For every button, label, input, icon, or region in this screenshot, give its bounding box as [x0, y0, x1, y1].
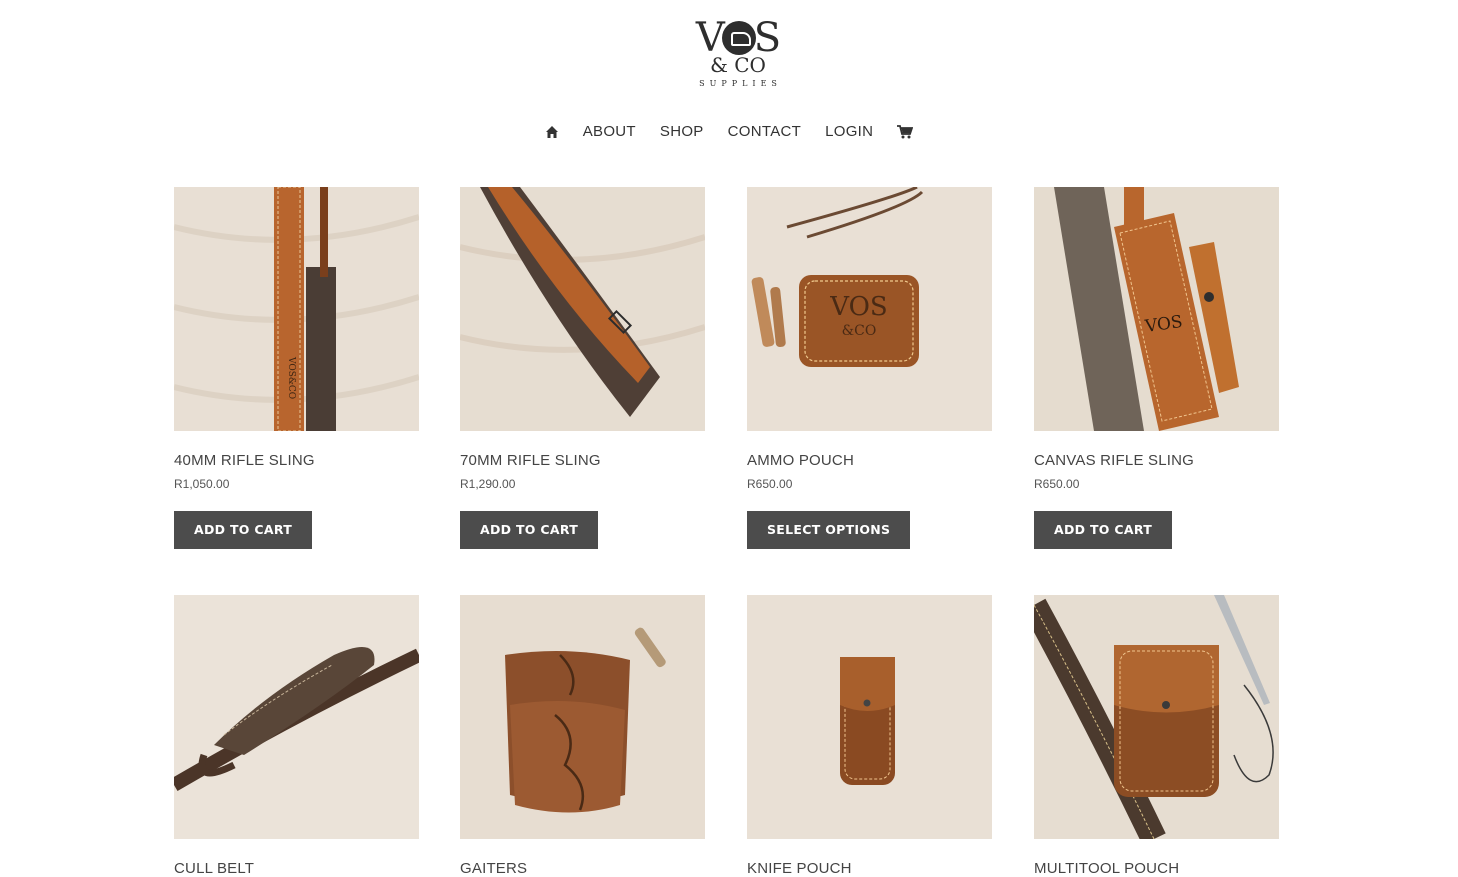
svg-text:VOS&CO: VOS&CO — [286, 356, 296, 399]
add-to-cart-button[interactable]: ADD TO CART — [1034, 511, 1173, 549]
product-name[interactable]: KNIFE POUCH — [747, 860, 992, 877]
nav-login[interactable]: LOGIN — [825, 120, 873, 144]
cart-icon[interactable] — [897, 125, 914, 139]
main-navigation: ABOUT SHOP CONTACT LOGIN — [0, 120, 1458, 144]
product-name[interactable]: AMMO POUCH — [747, 452, 992, 469]
brand-logo[interactable]: V S & CO SUPPLIES — [690, 18, 786, 90]
logo-letter-s: S — [753, 15, 781, 61]
shop-page: V S & CO SUPPLIES ABOUT SHOP CONTACT LOG… — [0, 0, 1458, 877]
product-image-40mm-rifle-sling[interactable]: VOS&CO — [174, 187, 419, 431]
product-card: 70MM RIFLE SLING R1,290.00 ADD TO CART — [460, 187, 705, 549]
add-to-cart-button[interactable]: ADD TO CART — [174, 511, 313, 549]
product-card: CULL BELT — [174, 595, 419, 877]
product-name[interactable]: CANVAS RIFLE SLING — [1034, 452, 1279, 469]
product-price: R1,290.00 — [460, 477, 516, 491]
add-to-cart-button[interactable]: ADD TO CART — [460, 511, 599, 549]
product-image-canvas-rifle-sling[interactable]: VOS — [1034, 187, 1279, 431]
product-image-cull-belt[interactable] — [174, 595, 419, 839]
nav-about[interactable]: ABOUT — [583, 120, 636, 144]
svg-text:VOS: VOS — [829, 292, 887, 322]
product-image-multitool-pouch[interactable] — [1034, 595, 1279, 839]
product-name[interactable]: MULTITOOL POUCH — [1034, 860, 1279, 877]
product-image-70mm-rifle-sling[interactable] — [460, 187, 705, 431]
product-card: VOS &CO AMMO POUCH R650.00 SELECT OPTION… — [747, 187, 992, 549]
fox-emblem-icon — [721, 21, 756, 55]
product-price: R650.00 — [747, 477, 793, 491]
product-name[interactable]: CULL BELT — [174, 860, 419, 877]
product-name[interactable]: 40MM RIFLE SLING — [174, 452, 419, 469]
product-image-ammo-pouch[interactable]: VOS &CO — [747, 187, 992, 431]
product-card: GAITERS — [460, 595, 705, 877]
nav-shop[interactable]: SHOP — [660, 120, 704, 144]
product-card: VOS CANVAS RIFLE SLING R650.00 ADD TO CA… — [1034, 187, 1279, 549]
product-name[interactable]: 70MM RIFLE SLING — [460, 452, 705, 469]
select-options-button[interactable]: SELECT OPTIONS — [747, 511, 911, 549]
product-card: MULTITOOL POUCH — [1034, 595, 1279, 877]
logo-supplies-text: SUPPLIES — [699, 79, 782, 88]
product-card: KNIFE POUCH — [747, 595, 992, 877]
product-price: R650.00 — [1034, 477, 1080, 491]
nav-contact[interactable]: CONTACT — [728, 120, 801, 144]
product-image-knife-pouch[interactable] — [747, 595, 992, 839]
product-price: R1,050.00 — [174, 477, 230, 491]
product-name[interactable]: GAITERS — [460, 860, 705, 877]
svg-text:&CO: &CO — [842, 323, 877, 339]
home-icon[interactable] — [545, 125, 559, 139]
product-image-gaiters[interactable] — [460, 595, 705, 839]
logo-letter-v: V — [695, 15, 725, 61]
product-card: VOS&CO 40MM RIFLE SLING R1,050.00 ADD TO… — [174, 187, 419, 549]
